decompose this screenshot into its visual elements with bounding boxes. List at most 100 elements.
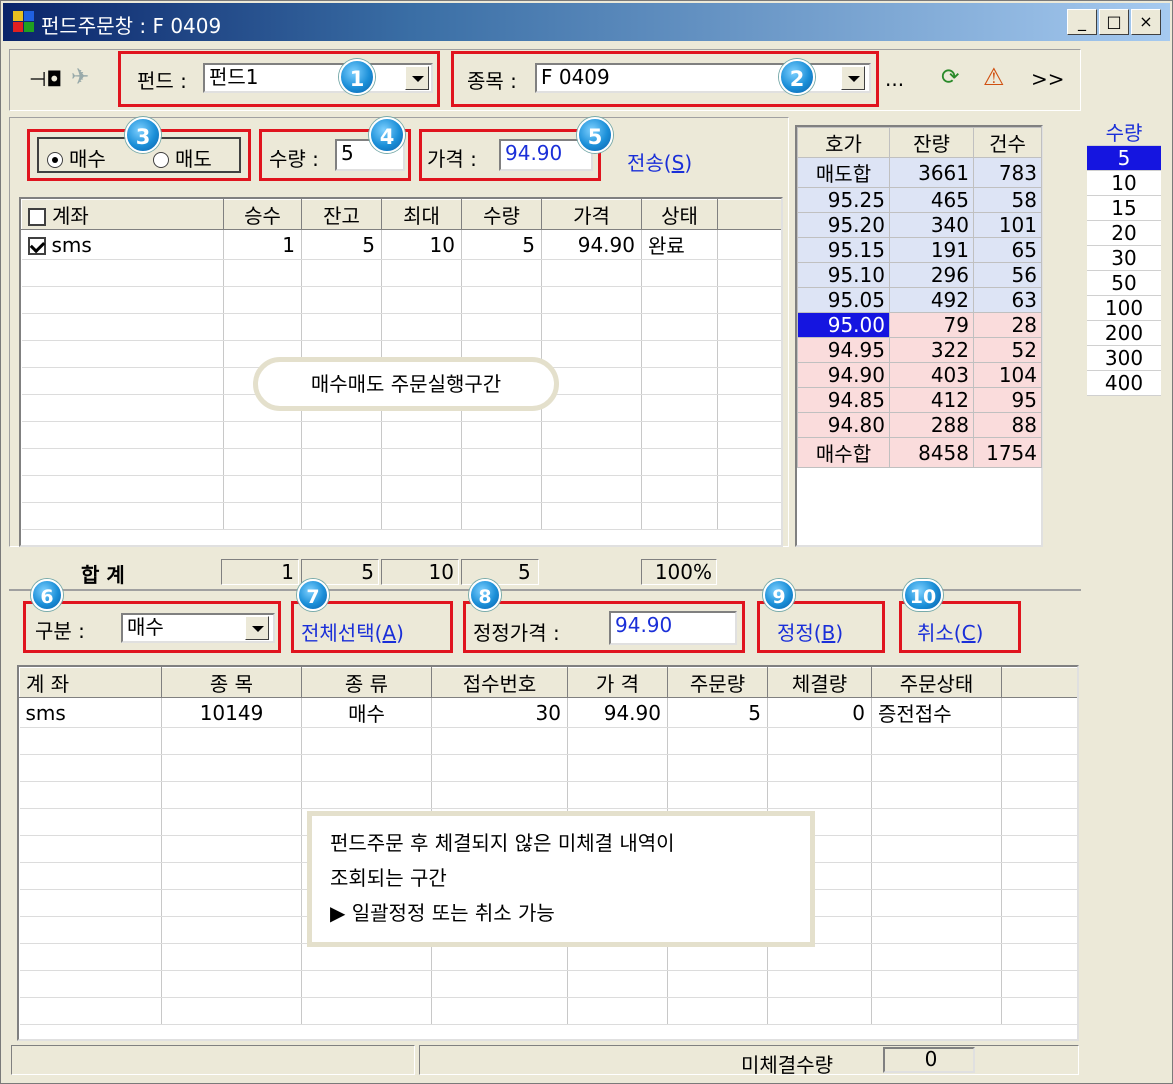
symbol-label: 종목 :: [467, 69, 517, 93]
fund-order-window: 펀드주문창 : F 0409 _ □ × ⊣◘ ✈ 펀드 : 펀드1 1 종목 …: [0, 0, 1173, 1084]
badge-3: 3: [125, 117, 161, 153]
badge-8: 8: [469, 579, 501, 611]
sum-multiplier: 1: [221, 559, 299, 585]
qty-item[interactable]: 100: [1087, 296, 1161, 321]
type-dropdown-chevron-icon[interactable]: [245, 616, 269, 640]
sum-max: 10: [381, 559, 459, 585]
cancel-button[interactable]: 취소(C): [917, 617, 983, 646]
ask-row[interactable]: 95.10 296 56: [797, 262, 1042, 288]
bid-row[interactable]: 94.80 288 88: [797, 412, 1042, 438]
antenna-icon[interactable]: ✈: [71, 65, 89, 90]
fund-select[interactable]: 펀드1: [203, 63, 433, 93]
ask-row[interactable]: 95.20 340 101: [797, 212, 1042, 238]
qty-item[interactable]: 200: [1087, 321, 1161, 346]
qty-item[interactable]: 20: [1087, 221, 1161, 246]
more-button[interactable]: ...: [885, 67, 904, 91]
pending-status-cell: 증전접수: [871, 697, 1002, 728]
qty-item[interactable]: 10: [1087, 171, 1161, 196]
pending-type-cell: 매수: [301, 697, 432, 728]
qty-value: 5: [341, 141, 354, 165]
price-label: 가격 :: [427, 147, 477, 171]
alert-icon[interactable]: ⚠: [983, 63, 1005, 91]
col-pending-price[interactable]: 가 격: [567, 667, 668, 698]
expand-button[interactable]: >>: [1031, 67, 1065, 91]
sum-label: 합 계: [81, 563, 125, 587]
row-checkbox[interactable]: [27, 236, 46, 255]
col-pending-type[interactable]: 종 류: [301, 667, 432, 698]
sum-qty: 5: [461, 559, 539, 585]
minimize-button[interactable]: _: [1067, 9, 1097, 35]
col-price[interactable]: 가격: [541, 199, 642, 230]
sum-status: 100%: [641, 559, 717, 585]
refresh-icon[interactable]: ⟳: [941, 65, 959, 90]
pending-symbol-cell: 10149: [161, 697, 302, 728]
bid-row[interactable]: 95.00 79 28: [797, 312, 1042, 338]
fund-value: 펀드1: [209, 65, 259, 89]
pin-icon[interactable]: ⊣◘: [29, 67, 62, 91]
close-button[interactable]: ×: [1131, 9, 1161, 35]
bid-total-row: 매수합 8458 1754: [797, 437, 1042, 468]
badge-6: 6: [31, 579, 63, 611]
pending-filled-cell: 0: [767, 697, 872, 728]
sell-radio[interactable]: 매도: [153, 143, 212, 172]
qty-item[interactable]: 50: [1087, 271, 1161, 296]
badge-2: 2: [779, 59, 815, 95]
select-all-button[interactable]: 전체선택(A): [301, 617, 404, 646]
title-bar: 펀드주문창 : F 0409 _ □ ×: [3, 3, 1170, 41]
col-pending-symbol[interactable]: 종 목: [161, 667, 302, 698]
order-book-header: 호가 잔량 건수: [797, 127, 1042, 158]
col-pending-receipt[interactable]: 접수번호: [431, 667, 568, 698]
modify-button[interactable]: 정정(B): [777, 617, 843, 646]
account-cell[interactable]: sms: [21, 229, 224, 260]
col-status[interactable]: 상태: [641, 199, 718, 230]
badge-10: 10: [903, 579, 943, 611]
col-qty[interactable]: 수량: [461, 199, 542, 230]
col-balance[interactable]: 잔고: [301, 199, 382, 230]
col-account[interactable]: 계좌: [21, 199, 224, 230]
symbol-dropdown-chevron-icon[interactable]: [841, 66, 865, 90]
pending-receipt-cell: 30: [431, 697, 568, 728]
pending-header-row: 계 좌 종 목 종 류 접수번호 가 격 주문량 체결량 주문상태: [19, 667, 1077, 698]
badge-4: 4: [369, 117, 405, 153]
bid-row[interactable]: 94.90 403 104: [797, 362, 1042, 388]
bid-row[interactable]: 94.85 412 95: [797, 387, 1042, 413]
qty-item[interactable]: 300: [1087, 346, 1161, 371]
fund-dropdown-chevron-icon[interactable]: [405, 66, 429, 90]
modify-price-value: 94.90: [615, 613, 673, 637]
order-zone-bubble: 매수매도 주문실행구간: [253, 357, 559, 411]
sell-label: 매도: [175, 147, 212, 171]
modify-price-input[interactable]: 94.90: [609, 611, 737, 645]
symbol-select[interactable]: F 0409: [535, 63, 871, 93]
badge-5: 5: [577, 117, 613, 153]
col-max[interactable]: 최대: [381, 199, 462, 230]
badge-1: 1: [339, 59, 375, 95]
qty-item[interactable]: 15: [1087, 196, 1161, 221]
qty-label: 수량 :: [269, 147, 319, 171]
send-button[interactable]: 전송(S): [627, 147, 692, 176]
col-pending-account[interactable]: 계 좌: [19, 667, 162, 698]
qty-item[interactable]: 5: [1087, 146, 1161, 171]
table-row[interactable]: sms 10149 매수 30 94.90 5 0 증전접수: [19, 697, 1077, 728]
unfilled-value: 0: [883, 1047, 975, 1073]
bid-row[interactable]: 94.95 322 52: [797, 337, 1042, 363]
ask-row[interactable]: 95.25 465 58: [797, 187, 1042, 213]
qty-list-header: 수량: [1087, 121, 1161, 146]
col-pending-blank: [1001, 667, 1077, 698]
window-title: 펀드주문창 : F 0409: [41, 14, 222, 38]
qty-item[interactable]: 30: [1087, 246, 1161, 271]
modify-price-label: 정정가격 :: [473, 621, 560, 645]
col-pending-status[interactable]: 주문상태: [871, 667, 1002, 698]
ask-row[interactable]: 95.05 492 63: [797, 287, 1042, 313]
col-pending-qty[interactable]: 주문량: [667, 667, 768, 698]
col-multiplier[interactable]: 승수: [223, 199, 302, 230]
ask-row[interactable]: 95.15 191 65: [797, 237, 1042, 263]
table-row[interactable]: sms 1 5 10 5 94.90 완료: [21, 229, 781, 260]
buy-radio[interactable]: 매수: [47, 143, 106, 172]
status-cell: 완료: [641, 229, 718, 260]
balance-cell: 5: [301, 229, 382, 260]
col-pending-filled[interactable]: 체결량: [767, 667, 872, 698]
select-all-checkbox[interactable]: [28, 208, 46, 226]
qty-item[interactable]: 400: [1087, 371, 1161, 396]
buy-radio-dot: [47, 152, 63, 168]
maximize-button[interactable]: □: [1099, 9, 1129, 35]
